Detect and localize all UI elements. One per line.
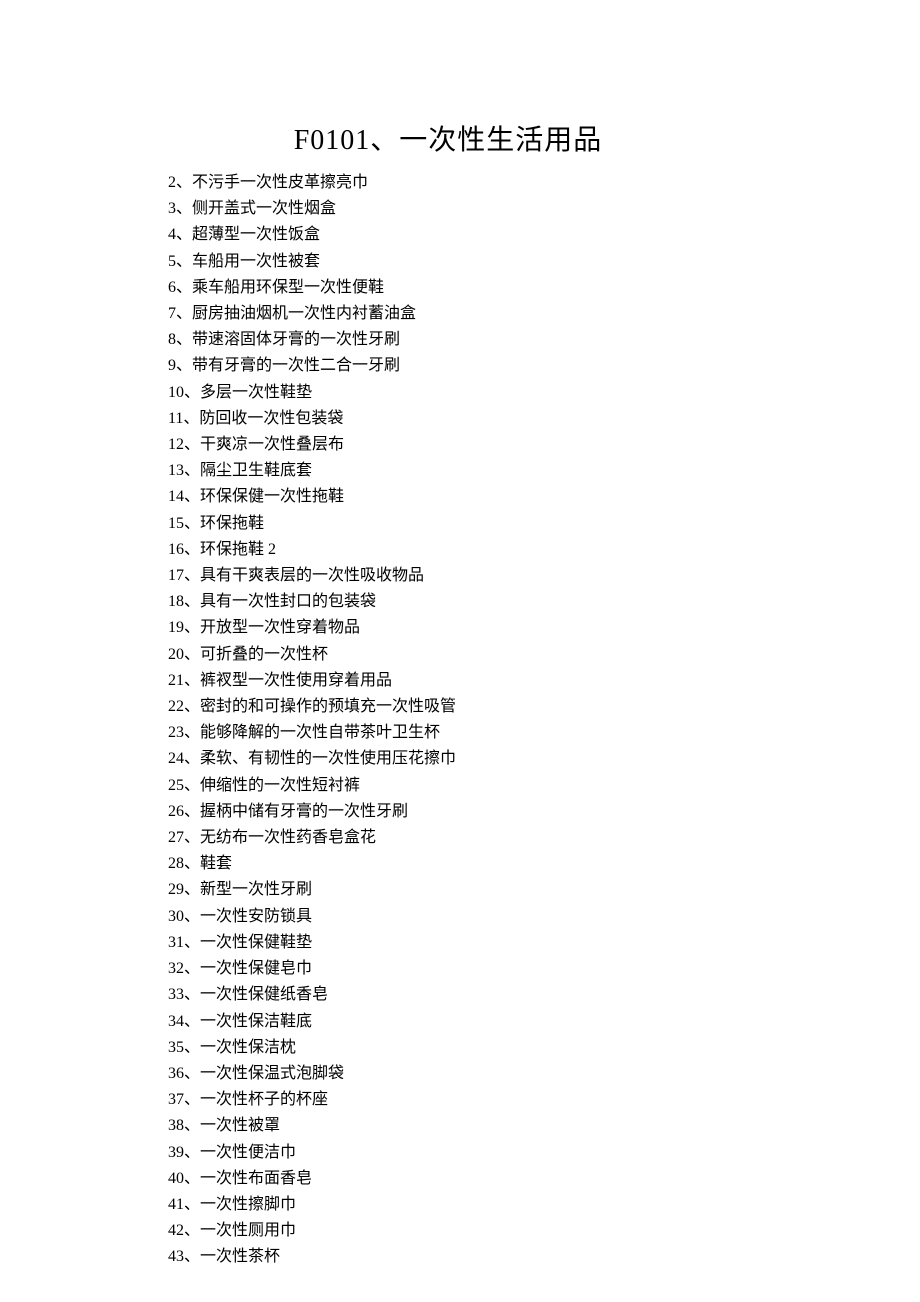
list-item: 39、一次性便洁巾 bbox=[168, 1140, 920, 1166]
list-item: 2、不污手一次性皮革擦亮巾 bbox=[168, 170, 920, 196]
list-item: 19、开放型一次性穿着物品 bbox=[168, 615, 920, 641]
list-item: 22、密封的和可操作的预填充一次性吸管 bbox=[168, 694, 920, 720]
list-item: 43、一次性茶杯 bbox=[168, 1244, 920, 1270]
list-item: 21、裤衩型一次性使用穿着用品 bbox=[168, 668, 920, 694]
list-item: 15、环保拖鞋 bbox=[168, 511, 920, 537]
list-item: 12、干爽凉一次性叠层布 bbox=[168, 432, 920, 458]
page-title: F0101、一次性生活用品 bbox=[168, 118, 728, 158]
list-item: 18、具有一次性封口的包装袋 bbox=[168, 589, 920, 615]
list-item: 40、一次性布面香皂 bbox=[168, 1166, 920, 1192]
list-item: 10、多层一次性鞋垫 bbox=[168, 380, 920, 406]
list-item: 32、一次性保健皂巾 bbox=[168, 956, 920, 982]
list-item: 7、厨房抽油烟机一次性内衬蓄油盒 bbox=[168, 301, 920, 327]
list-item: 20、可折叠的一次性杯 bbox=[168, 642, 920, 668]
list-item: 11、防回收一次性包装袋 bbox=[168, 406, 920, 432]
list-item: 26、握柄中储有牙膏的一次性牙刷 bbox=[168, 799, 920, 825]
list-item: 16、环保拖鞋 2 bbox=[168, 537, 920, 563]
list-item: 33、一次性保健纸香皂 bbox=[168, 982, 920, 1008]
list-item: 3、侧开盖式一次性烟盒 bbox=[168, 196, 920, 222]
list-item: 27、无纺布一次性药香皂盒花 bbox=[168, 825, 920, 851]
list-item: 23、能够降解的一次性自带茶叶卫生杯 bbox=[168, 720, 920, 746]
list-item: 34、一次性保洁鞋底 bbox=[168, 1009, 920, 1035]
item-list: 2、不污手一次性皮革擦亮巾3、侧开盖式一次性烟盒4、超薄型一次性饭盒5、车船用一… bbox=[168, 170, 920, 1271]
list-item: 5、车船用一次性被套 bbox=[168, 249, 920, 275]
list-item: 17、具有干爽表层的一次性吸收物品 bbox=[168, 563, 920, 589]
list-item: 14、环保保健一次性拖鞋 bbox=[168, 484, 920, 510]
list-item: 8、带速溶固体牙膏的一次性牙刷 bbox=[168, 327, 920, 353]
list-item: 13、隔尘卫生鞋底套 bbox=[168, 458, 920, 484]
list-item: 35、一次性保洁枕 bbox=[168, 1035, 920, 1061]
list-item: 9、带有牙膏的一次性二合一牙刷 bbox=[168, 353, 920, 379]
list-item: 31、一次性保健鞋垫 bbox=[168, 930, 920, 956]
list-item: 37、一次性杯子的杯座 bbox=[168, 1087, 920, 1113]
list-item: 24、柔软、有韧性的一次性使用压花擦巾 bbox=[168, 746, 920, 772]
list-item: 4、超薄型一次性饭盒 bbox=[168, 222, 920, 248]
list-item: 30、一次性安防锁具 bbox=[168, 904, 920, 930]
list-item: 38、一次性被罩 bbox=[168, 1113, 920, 1139]
list-item: 41、一次性擦脚巾 bbox=[168, 1192, 920, 1218]
list-item: 25、伸缩性的一次性短衬裤 bbox=[168, 773, 920, 799]
list-item: 42、一次性厕用巾 bbox=[168, 1218, 920, 1244]
list-item: 36、一次性保温式泡脚袋 bbox=[168, 1061, 920, 1087]
list-item: 28、鞋套 bbox=[168, 851, 920, 877]
list-item: 6、乘车船用环保型一次性便鞋 bbox=[168, 275, 920, 301]
list-item: 29、新型一次性牙刷 bbox=[168, 877, 920, 903]
